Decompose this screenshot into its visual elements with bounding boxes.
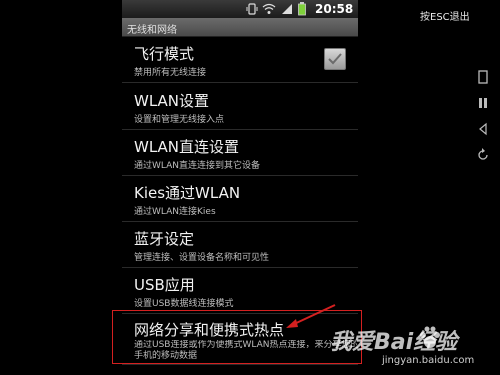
check-icon	[328, 53, 342, 65]
baidu-watermark: 我爱Bai经验 jingyan.baidu.com	[330, 322, 500, 375]
wifi-icon	[262, 3, 276, 14]
setting-subtitle: 通过WLAN连接Kies	[134, 207, 216, 217]
setting-subtitle: 通过WLAN直连连接到其它设备	[134, 161, 261, 171]
setting-subtitle: 管理连接、设置设备名称和可见性	[134, 253, 270, 263]
setting-title: Kies通过WLAN	[134, 184, 241, 202]
setting-title: 飞行模式	[134, 45, 195, 63]
setting-title: USB应用	[134, 276, 195, 294]
vibrate-icon	[246, 3, 258, 15]
signal-icon	[282, 4, 292, 14]
setting-airplane-mode[interactable]: 飞行模式 禁用所有无线连接	[122, 37, 358, 83]
watermark-text: 我爱Bai经验	[330, 330, 458, 355]
pause-icon[interactable]	[476, 96, 490, 110]
watermark-url: jingyan.baidu.com	[382, 355, 475, 366]
setting-wlan-direct[interactable]: WLAN直连设置 通过WLAN直连连接到其它设备	[122, 130, 358, 176]
esc-exit-hint: 按ESC退出	[420, 12, 470, 23]
airplane-mode-checkbox[interactable]	[324, 48, 346, 70]
setting-title: WLAN设置	[134, 92, 210, 110]
section-title: 无线和网络	[127, 25, 177, 36]
status-bar: 20:58	[122, 0, 358, 18]
setting-bluetooth[interactable]: 蓝牙设定 管理连接、设置设备名称和可见性	[122, 222, 358, 268]
setting-subtitle: 禁用所有无线连接	[134, 68, 207, 78]
rotate-icon[interactable]	[476, 148, 490, 162]
setting-title: 蓝牙设定	[134, 230, 195, 248]
battery-icon	[298, 2, 306, 16]
setting-wlan[interactable]: WLAN设置 设置和管理无线接入点	[122, 84, 358, 130]
back-icon[interactable]	[476, 122, 490, 136]
section-header: 无线和网络	[122, 18, 358, 37]
clock: 20:58	[315, 2, 354, 16]
setting-title: WLAN直连设置	[134, 138, 240, 156]
setting-subtitle: 设置和管理无线接入点	[134, 115, 225, 125]
setting-kies-wlan[interactable]: Kies通过WLAN 通过WLAN连接Kies	[122, 176, 358, 222]
menu-icon[interactable]	[476, 70, 490, 84]
